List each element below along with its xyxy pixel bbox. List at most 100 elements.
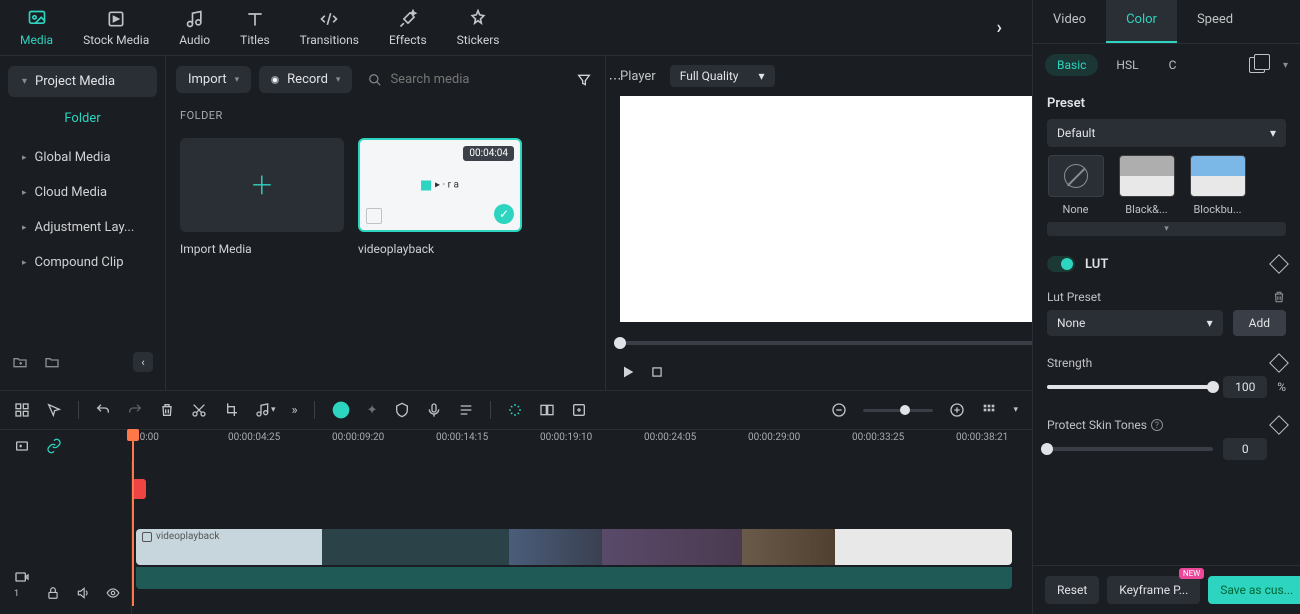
list-icon[interactable]: [458, 402, 474, 418]
keyframe-icon[interactable]: [1269, 254, 1289, 274]
zoom-knob[interactable]: [900, 405, 910, 415]
zoom-out-icon[interactable]: [831, 402, 847, 418]
timeline-marker[interactable]: [132, 479, 146, 499]
project-media-chip[interactable]: ▾ Project Media: [8, 66, 157, 97]
record-label: Record: [287, 72, 328, 87]
tab-speed[interactable]: Speed: [1177, 0, 1253, 43]
folder-link[interactable]: Folder: [8, 97, 157, 140]
mic-icon[interactable]: [426, 402, 442, 418]
tl-cursor-icon[interactable]: [46, 402, 62, 418]
nav-more[interactable]: ›: [987, 17, 1012, 38]
chevron-down-icon[interactable]: ▾: [1283, 60, 1288, 71]
sidebar-global-media[interactable]: ▸Global Media: [8, 140, 157, 175]
compare-icon[interactable]: [1249, 57, 1265, 73]
preset-none[interactable]: None: [1047, 155, 1104, 216]
timeline-audio[interactable]: [136, 567, 1012, 589]
preset-dropdown[interactable]: Default▾: [1047, 119, 1286, 147]
timeline-ruler[interactable]: 00:00 00:00:04:25 00:00:09:20 00:00:14:1…: [132, 430, 1032, 461]
skin-value[interactable]: 0: [1223, 438, 1267, 460]
view-caret-icon[interactable]: ▾: [1013, 405, 1018, 415]
nav-stock[interactable]: Stock Media: [83, 9, 149, 47]
sparkle-icon[interactable]: ✦: [367, 403, 378, 418]
titles-icon: [245, 9, 265, 29]
sidebar-adjustment-layer[interactable]: ▸Adjustment Lay...: [8, 210, 157, 245]
expand-icon[interactable]: »: [292, 403, 298, 418]
preset-bw[interactable]: Black&...: [1118, 155, 1175, 216]
new-folder-icon[interactable]: [12, 354, 28, 370]
import-media-card[interactable]: +: [180, 138, 344, 232]
split-view-icon[interactable]: [539, 402, 555, 418]
play-button[interactable]: [620, 364, 636, 380]
cut-icon[interactable]: [191, 402, 207, 418]
subtab-hsl[interactable]: HSL: [1104, 54, 1150, 76]
search-icon: [368, 73, 382, 87]
subtab-curves[interactable]: C: [1157, 54, 1189, 76]
media-clip-thumb[interactable]: ▸ · r a 00:04:04 ✓: [358, 138, 522, 232]
track-lock-icon[interactable]: [46, 586, 60, 600]
strength-slider[interactable]: [1047, 385, 1213, 389]
collapse-sidebar[interactable]: ‹: [133, 352, 153, 372]
quality-dropdown[interactable]: Full Quality▾: [670, 65, 775, 87]
folder-header: FOLDER: [166, 103, 605, 128]
filter-icon[interactable]: [572, 72, 596, 88]
info-icon[interactable]: ?: [1151, 419, 1163, 431]
delete-icon[interactable]: [159, 402, 175, 418]
shield-icon[interactable]: [394, 402, 410, 418]
preset-blockbuster[interactable]: Blockbu...: [1189, 155, 1246, 216]
plus-icon: +: [252, 164, 272, 206]
track-mute-icon[interactable]: [76, 586, 90, 600]
slider-knob[interactable]: [1207, 381, 1219, 393]
scrub-handle[interactable]: [614, 337, 626, 349]
crop-icon[interactable]: [223, 402, 239, 418]
ruler-tick: 00:00:14:15: [436, 432, 488, 443]
lut-add-button[interactable]: Add: [1233, 310, 1286, 336]
playhead[interactable]: [132, 430, 134, 606]
nav-effects[interactable]: Effects: [389, 9, 427, 47]
preset-expand[interactable]: ▾: [1047, 222, 1286, 236]
tab-color[interactable]: Color: [1106, 0, 1177, 43]
record-button[interactable]: Record▾: [259, 66, 352, 93]
scrub-bar[interactable]: [620, 341, 1072, 345]
lut-dropdown[interactable]: None▾: [1047, 310, 1223, 336]
strength-value[interactable]: 100: [1223, 376, 1267, 398]
add-frame-icon[interactable]: [571, 402, 587, 418]
zoom-slider[interactable]: [863, 409, 933, 412]
redo-icon[interactable]: [127, 402, 143, 418]
zoom-in-icon[interactable]: [949, 402, 965, 418]
render-icon[interactable]: [507, 402, 523, 418]
ai-icon[interactable]: [331, 400, 351, 420]
view-grid-icon[interactable]: [981, 402, 997, 418]
subtab-basic[interactable]: Basic: [1045, 54, 1098, 76]
sidebar-item-label: Adjustment Lay...: [35, 220, 135, 235]
search-input[interactable]: [390, 72, 556, 87]
skin-slider[interactable]: [1047, 447, 1213, 451]
sidebar-compound-clip[interactable]: ▸Compound Clip: [8, 245, 157, 280]
strength-label: Strength: [1047, 356, 1092, 370]
nav-titles[interactable]: Titles: [240, 9, 269, 47]
timeline-add-icon[interactable]: [14, 438, 30, 454]
save-custom-button[interactable]: Save as cus...: [1208, 576, 1300, 604]
nav-audio[interactable]: Audio: [179, 9, 210, 47]
nav-media[interactable]: Media: [20, 9, 53, 47]
link-icon[interactable]: [46, 438, 62, 454]
track-video-icon[interactable]: 1: [14, 569, 30, 600]
tl-grid-icon[interactable]: [14, 402, 30, 418]
nav-transitions[interactable]: Transitions: [300, 9, 359, 47]
music-icon[interactable]: ▾: [255, 402, 276, 418]
nav-stickers[interactable]: Stickers: [457, 9, 500, 47]
keyframe-panel-button[interactable]: Keyframe P...NEW: [1107, 576, 1200, 604]
lut-toggle[interactable]: [1047, 256, 1075, 272]
import-button[interactable]: Import▾: [176, 66, 251, 93]
stop-button[interactable]: [650, 365, 664, 379]
slider-knob[interactable]: [1041, 443, 1053, 455]
tab-video[interactable]: Video: [1033, 0, 1106, 43]
reset-button[interactable]: Reset: [1045, 576, 1099, 604]
folder-icon[interactable]: [44, 354, 60, 370]
track-visible-icon[interactable]: [106, 586, 120, 600]
ruler-tick: 00:00:19:10: [540, 432, 592, 443]
trash-icon[interactable]: [1272, 290, 1286, 304]
timeline-clip[interactable]: videoplayback: [136, 529, 1012, 565]
undo-icon[interactable]: [95, 402, 111, 418]
new-badge: NEW: [1179, 568, 1204, 579]
sidebar-cloud-media[interactable]: ▸Cloud Media: [8, 175, 157, 210]
